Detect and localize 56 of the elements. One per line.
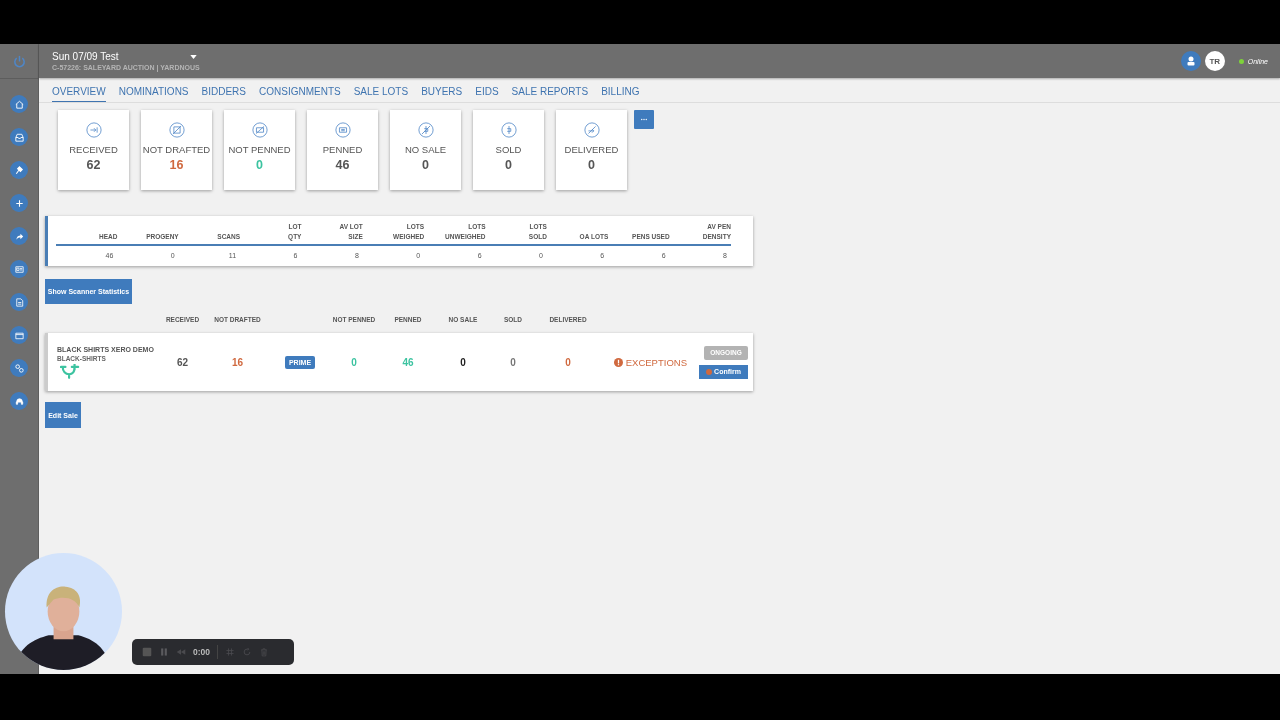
user-avatar-icon[interactable] <box>1180 51 1201 71</box>
restart-icon[interactable] <box>242 647 252 657</box>
table-cell: 0 <box>510 356 516 368</box>
stop-icon[interactable] <box>142 647 152 657</box>
stat-value: 0 <box>256 158 263 172</box>
pause-icon[interactable] <box>159 647 169 657</box>
exceptions-link[interactable]: EXCEPTIONS <box>598 356 692 368</box>
table-cell: 46 <box>402 356 414 368</box>
stat-label: NOT DRAFTED <box>142 144 211 155</box>
wallet-icon[interactable] <box>10 326 28 344</box>
home-icon[interactable] <box>10 95 28 113</box>
arrow-in-icon <box>85 122 102 138</box>
nav-tab[interactable]: BIDDERS <box>201 86 246 102</box>
coin-icon <box>500 122 517 138</box>
stat-label: SOLD <box>495 144 522 155</box>
recording-time: 0:00 <box>193 647 210 657</box>
nav-tab[interactable]: SALE REPORTS <box>511 86 589 102</box>
share-icon[interactable] <box>10 227 28 245</box>
stat-label: NOT PENNED <box>228 144 291 155</box>
nav-tab[interactable]: SALE LOTS <box>353 86 409 102</box>
stat-label: RECEIVED <box>69 144 118 155</box>
stat-value: 0 <box>505 158 512 172</box>
stat-value: 0 <box>422 158 429 172</box>
table-cell: 16 <box>231 356 244 368</box>
warning-icon <box>613 357 623 367</box>
nav-tab[interactable]: BUYERS <box>421 86 463 102</box>
brand-logo-icon <box>60 363 80 379</box>
crossed-coin-icon <box>417 122 434 138</box>
inbox-icon[interactable] <box>10 128 28 146</box>
nav-tab[interactable]: CONSIGNMENTS <box>259 86 341 102</box>
nav-tab[interactable]: EIDS <box>475 86 499 102</box>
nav-tab[interactable]: BILLING <box>601 86 640 102</box>
stat-value: 62 <box>86 158 101 172</box>
table-cell: 62 <box>176 356 189 368</box>
table-cell: 0 <box>351 356 357 368</box>
stat-value: 0 <box>588 158 595 172</box>
caret-icon[interactable] <box>190 54 197 59</box>
plus-icon[interactable] <box>10 194 28 212</box>
stat-label: PENNED <box>322 144 363 155</box>
sale-title: Sun 07/09 Test <box>52 51 120 62</box>
gears-icon[interactable] <box>10 359 28 377</box>
stat-label: DELIVERED <box>564 144 619 155</box>
table-cell: 0 <box>565 356 571 368</box>
user-initials-avatar[interactable]: TR <box>1204 51 1225 71</box>
id-card-icon[interactable] <box>10 260 28 278</box>
stat-value: 46 <box>335 158 350 172</box>
stat-label: NO SALE <box>404 144 447 155</box>
power-icon <box>11 53 27 69</box>
nav-tab[interactable]: OVERVIEW <box>52 86 106 102</box>
dot-icon <box>706 368 713 375</box>
document-icon[interactable] <box>10 293 28 311</box>
ellipsis-icon <box>640 118 648 121</box>
gavel-icon[interactable] <box>10 161 28 179</box>
nav-tab[interactable]: NOMINATIONS <box>118 86 189 102</box>
stat-value: 16 <box>169 158 184 172</box>
table-cell: 0 <box>460 356 466 368</box>
